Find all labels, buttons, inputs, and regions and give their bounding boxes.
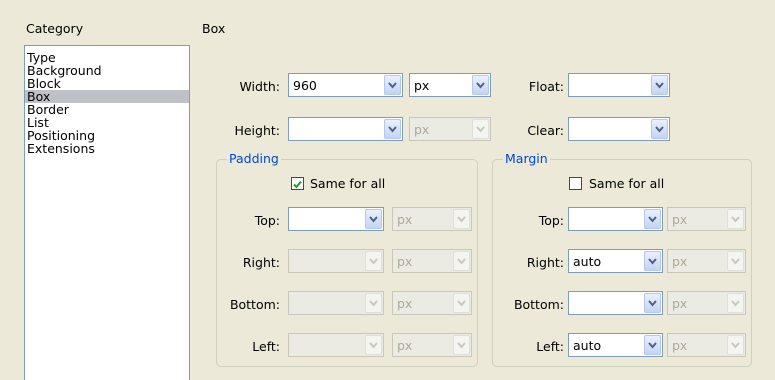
margin-top-label: Top: bbox=[538, 213, 564, 228]
checkmark-icon bbox=[293, 180, 302, 189]
chevron-down-icon bbox=[365, 251, 382, 271]
section-title: Box bbox=[202, 21, 226, 36]
chevron-down-icon[interactable] bbox=[384, 75, 401, 95]
margin-top-select[interactable] bbox=[568, 207, 663, 231]
margin-left-select[interactable]: auto bbox=[568, 333, 663, 357]
margin-same-checkbox[interactable] bbox=[569, 177, 582, 190]
padding-bottom-unit: px bbox=[397, 296, 413, 311]
margin-right-unit: px bbox=[672, 254, 688, 269]
width-unit-value: px bbox=[414, 78, 430, 93]
chevron-down-icon bbox=[453, 251, 470, 271]
padding-right-unit: px bbox=[397, 254, 413, 269]
padding-bottom-select bbox=[288, 291, 384, 315]
padding-top-unit: px bbox=[397, 212, 413, 227]
chevron-down-icon bbox=[365, 293, 382, 313]
chevron-down-icon[interactable] bbox=[644, 335, 661, 355]
margin-right-select[interactable]: auto bbox=[568, 249, 663, 273]
padding-legend: Padding bbox=[227, 151, 281, 166]
chevron-down-icon bbox=[727, 293, 744, 313]
chevron-down-icon[interactable] bbox=[644, 209, 661, 229]
category-item-extensions[interactable]: Extensions bbox=[25, 142, 189, 155]
chevron-down-icon bbox=[453, 209, 470, 229]
height-unit-select: px bbox=[409, 117, 491, 141]
chevron-down-icon bbox=[453, 335, 470, 355]
category-item-border[interactable]: Border bbox=[25, 103, 189, 116]
width-label: Width: bbox=[239, 79, 280, 94]
padding-left-unit: px bbox=[397, 338, 413, 353]
chevron-down-icon[interactable] bbox=[384, 119, 401, 139]
margin-same-label: Same for all bbox=[589, 176, 665, 191]
margin-top-unit-select: px bbox=[667, 207, 746, 231]
chevron-down-icon bbox=[453, 293, 470, 313]
padding-left-select bbox=[288, 333, 384, 357]
margin-right-label: Right: bbox=[526, 255, 564, 270]
margin-right-unit-select: px bbox=[667, 249, 746, 273]
chevron-down-icon bbox=[727, 335, 744, 355]
padding-right-unit-select: px bbox=[392, 249, 472, 273]
padding-right-label: Right: bbox=[242, 255, 280, 270]
category-header: Category bbox=[26, 21, 84, 36]
padding-bottom-label: Bottom: bbox=[229, 297, 280, 312]
float-label: Float: bbox=[528, 79, 564, 94]
margin-bottom-unit: px bbox=[672, 296, 688, 311]
padding-top-label: Top: bbox=[254, 213, 280, 228]
padding-same-label: Same for all bbox=[310, 176, 386, 191]
padding-bottom-unit-select: px bbox=[392, 291, 472, 315]
clear-select[interactable] bbox=[568, 117, 670, 141]
padding-left-unit-select: px bbox=[392, 333, 472, 357]
margin-bottom-unit-select: px bbox=[667, 291, 746, 315]
margin-right-value: auto bbox=[573, 254, 602, 269]
chevron-down-icon[interactable] bbox=[644, 293, 661, 313]
float-select[interactable] bbox=[568, 73, 670, 97]
padding-same-checkbox[interactable] bbox=[291, 177, 304, 190]
margin-bottom-select[interactable] bbox=[568, 291, 663, 315]
margin-left-unit-select: px bbox=[667, 333, 746, 357]
chevron-down-icon bbox=[727, 251, 744, 271]
width-select[interactable]: 960 bbox=[288, 73, 403, 97]
padding-right-select bbox=[288, 249, 384, 273]
height-select[interactable] bbox=[288, 117, 403, 141]
chevron-down-icon[interactable] bbox=[644, 251, 661, 271]
chevron-down-icon bbox=[365, 335, 382, 355]
margin-legend: Margin bbox=[503, 151, 550, 166]
padding-left-label: Left: bbox=[252, 339, 280, 354]
category-list[interactable]: Type Background Block Box Border List Po… bbox=[24, 45, 190, 380]
margin-left-unit: px bbox=[672, 338, 688, 353]
margin-left-value: auto bbox=[573, 338, 602, 353]
chevron-down-icon[interactable] bbox=[651, 119, 668, 139]
clear-label: Clear: bbox=[527, 123, 564, 138]
height-label: Height: bbox=[234, 123, 280, 138]
chevron-down-icon bbox=[727, 209, 744, 229]
margin-left-label: Left: bbox=[536, 339, 564, 354]
margin-top-unit: px bbox=[672, 212, 688, 227]
width-value: 960 bbox=[293, 78, 317, 93]
margin-bottom-label: Bottom: bbox=[513, 297, 564, 312]
chevron-down-icon[interactable] bbox=[651, 75, 668, 95]
height-unit-value: px bbox=[414, 122, 430, 137]
chevron-down-icon[interactable] bbox=[365, 209, 382, 229]
width-unit-select[interactable]: px bbox=[409, 73, 491, 97]
padding-top-select[interactable] bbox=[288, 207, 384, 231]
padding-top-unit-select: px bbox=[392, 207, 472, 231]
